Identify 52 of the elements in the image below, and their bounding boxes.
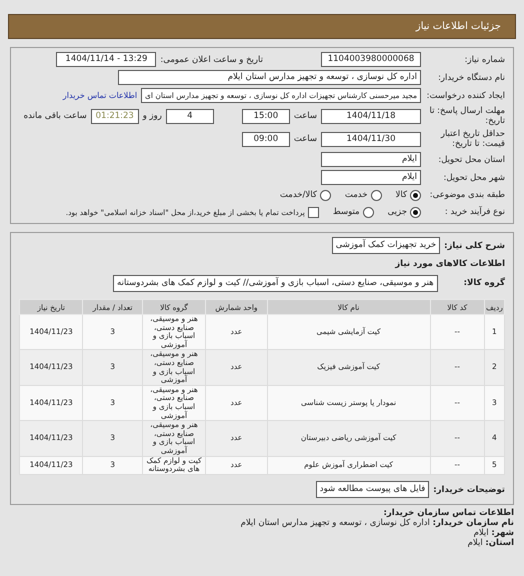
contact-value: ایلام (468, 538, 483, 548)
group-field: هنر و موسیقی، صنایع دستی، اسباب بازی و آموزشی// کیت و لوازم کمک های بشردوستانه (113, 274, 438, 292)
field-label: شهر محل تحویل: (442, 172, 505, 182)
contact-label: شهر: (491, 528, 514, 538)
field-label: حداقل تاریخ اعتبار قیمت: تا تاریخ: (440, 129, 505, 149)
field-label: ساعت (294, 134, 317, 144)
contact-value: اداره کل نوسازی ، توسعه و تجهیز مدارس استان ایلام (240, 518, 430, 528)
summary-field: خرید تجهیزات کمک آموزشی (332, 237, 440, 254)
field-label: استان محل تحویل: (437, 154, 505, 164)
field-label: طبقه بندی موضوعی: (428, 190, 505, 200)
field-label: شماره نیاز: (464, 54, 505, 64)
radio-button[interactable] (410, 206, 421, 218)
field-label: روز و (142, 111, 162, 121)
radio-button[interactable] (320, 190, 331, 200)
field-label: ساعت (294, 111, 317, 121)
section-heading: اطلاعات کالاهای مورد نیاز (395, 259, 505, 269)
field-label: نوع فرآیند خرید : (444, 207, 505, 217)
buyer-field: اداره کل نوسازی ، توسعه و تجهیز مدارس استان ایلام (118, 70, 421, 85)
contact-label: استان: (485, 538, 514, 548)
radio-label: خدمت (344, 190, 368, 200)
contact-heading: اطلاعات تماس سازمان خریدار: (384, 508, 514, 518)
notes-field: فایل های پیوست مطالعه شود (316, 481, 430, 498)
deadline-time-field: 15:00 (242, 108, 290, 124)
radio-button[interactable] (362, 206, 374, 218)
contact-value: ایلام (474, 528, 489, 538)
contact-label: نام سازمان خریدار: (432, 518, 514, 528)
field-label: مهلت ارسال پاسخ: تا تاریخ: (428, 106, 505, 126)
announce-date-field: 1404/11/14 - 13:29 (56, 52, 156, 67)
days-field: 4 (166, 108, 214, 124)
radio-label: کالا (396, 190, 407, 200)
province-field: ایلام (321, 152, 421, 167)
field-label: توضیحات خریدار: (433, 484, 505, 495)
radio-button[interactable] (410, 190, 421, 200)
checkbox[interactable] (308, 206, 319, 218)
radio-label: کالا/خدمت (280, 190, 317, 200)
remaining-time-field: 01:21:23 (90, 108, 139, 124)
validity-date-field: 1404/11/30 (321, 132, 421, 146)
field-label: ساعت باقی مانده (24, 111, 87, 121)
field-label: نام دستگاه خریدار: (437, 72, 505, 82)
city-field: ایلام (321, 170, 421, 185)
radio-button[interactable] (370, 190, 382, 200)
header-bar: جزئیات اطلاعات نیاز (8, 14, 516, 39)
validity-time-field: 09:00 (242, 132, 290, 146)
contact-link[interactable]: اطلاعات تماس خریدار (62, 91, 138, 100)
radio-label: جزیی (388, 207, 407, 217)
field-label: گروه کالا: (464, 278, 505, 288)
field-label: تاریخ و ساعت اعلان عمومی: (160, 54, 263, 64)
need-number-field: 1104003980000068 (321, 52, 421, 67)
field-label: شرح کلی نیاز: (444, 240, 505, 250)
field-label: ایجاد کننده درخواست: (426, 90, 505, 100)
radio-label: متوسط (332, 207, 360, 217)
deadline-date-field: 1404/11/18 (321, 108, 421, 124)
